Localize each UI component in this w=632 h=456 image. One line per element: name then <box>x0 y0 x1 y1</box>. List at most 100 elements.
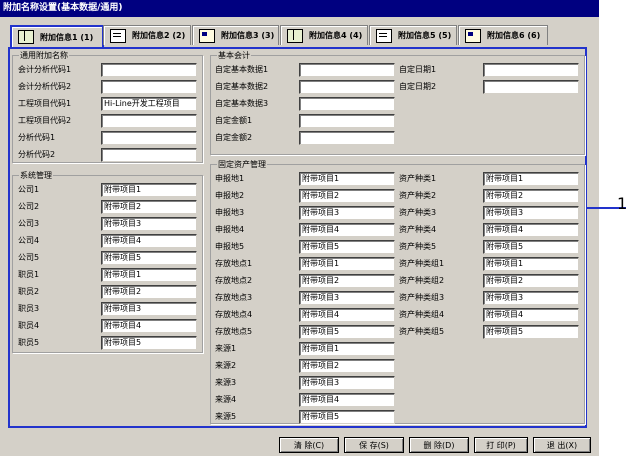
field-label: 资产种类组4 <box>399 310 445 319</box>
group-title: 通用附加名称 <box>19 50 69 61</box>
title-bar: 附加名称设置(基本数据/通用) <box>0 0 599 17</box>
filing-place-4-input[interactable]: 附带项目4 <box>299 223 395 237</box>
storage-location-2-input[interactable]: 附带项目2 <box>299 274 395 288</box>
custom-date-1-input[interactable] <box>483 63 579 77</box>
custom-amount-1-input[interactable] <box>299 114 395 128</box>
field-label: 自定日期1 <box>399 65 437 74</box>
field-label: 申报地1 <box>215 174 245 183</box>
company-2-input[interactable]: 附带项目2 <box>101 200 197 214</box>
field-label: 资产种类2 <box>399 191 437 200</box>
source-1-input[interactable]: 附带项目1 <box>299 342 395 356</box>
company-3-input[interactable]: 附带项目3 <box>101 217 197 231</box>
asset-type-group-2-input[interactable]: 附带项目2 <box>483 274 579 288</box>
dialog-window: 附加名称设置(基本数据/通用) 附加信息1 (1) 附加信息2 (2) 附加信息… <box>0 0 599 456</box>
company-1-input[interactable]: 附带项目1 <box>101 183 197 197</box>
book-icon <box>287 28 303 43</box>
tab-additional-info-6[interactable]: 附加信息6 (6) <box>458 25 548 45</box>
field-label: 公司2 <box>18 202 40 211</box>
field-label: 来源5 <box>215 412 237 421</box>
employee-5-input[interactable]: 附带项目5 <box>101 336 197 350</box>
tab-additional-info-5[interactable]: 附加信息5 (5) <box>369 25 457 45</box>
exit-button[interactable]: 退 出(X) <box>533 437 591 453</box>
field-label: 资产种类1 <box>399 174 437 183</box>
asset-type-group-5-input[interactable]: 附带项目5 <box>483 325 579 339</box>
tab-additional-info-4[interactable]: 附加信息4 (4) <box>280 25 368 45</box>
save-button[interactable]: 保 存(S) <box>344 437 404 453</box>
field-label: 职员4 <box>18 321 40 330</box>
source-3-input[interactable]: 附带项目3 <box>299 376 395 390</box>
field-label: 公司4 <box>18 236 40 245</box>
storage-location-3-input[interactable]: 附带项目3 <box>299 291 395 305</box>
field-label: 存放地点3 <box>215 293 253 302</box>
source-4-input[interactable]: 附带项目4 <box>299 393 395 407</box>
fixed-asset-group: 固定资产管理 申报地1 附带项目1 申报地2 附带项目2 申报地3 附带项目3 … <box>210 159 585 424</box>
tab-additional-info-3[interactable]: 附加信息3 (3) <box>192 25 279 45</box>
asset-type-3-input[interactable]: 附带项目3 <box>483 206 579 220</box>
tab-label: 附加信息3 (3) <box>221 31 275 40</box>
filing-place-3-input[interactable]: 附带项目3 <box>299 206 395 220</box>
custom-basic-data-3-input[interactable] <box>299 97 395 111</box>
field-label: 来源4 <box>215 395 237 404</box>
field-label: 来源1 <box>215 344 237 353</box>
custom-date-2-input[interactable] <box>483 80 579 94</box>
accounting-analysis-code-2-input[interactable] <box>101 80 197 94</box>
asset-type-5-input[interactable]: 附带项目5 <box>483 240 579 254</box>
field-label: 存放地点4 <box>215 310 253 319</box>
accounting-analysis-code-1-input[interactable] <box>101 63 197 77</box>
company-4-input[interactable]: 附带项目4 <box>101 234 197 248</box>
asset-type-group-4-input[interactable]: 附带项目4 <box>483 308 579 322</box>
employee-2-input[interactable]: 附带项目2 <box>101 285 197 299</box>
asset-type-group-1-input[interactable]: 附带项目1 <box>483 257 579 271</box>
tab-label: 附加信息1 (1) <box>40 32 94 42</box>
field-label: 分析代码1 <box>18 133 56 142</box>
field-label: 资产种类4 <box>399 225 437 234</box>
tab-additional-info-2[interactable]: 附加信息2 (2) <box>103 25 191 45</box>
company-5-input[interactable]: 附带项目5 <box>101 251 197 265</box>
employee-3-input[interactable]: 附带项目3 <box>101 302 197 316</box>
custom-basic-data-1-input[interactable] <box>299 63 395 77</box>
field-label: 来源2 <box>215 361 237 370</box>
analysis-code-1-input[interactable] <box>101 131 197 145</box>
field-label: 会计分析代码1 <box>18 65 72 74</box>
field-label: 工程项目代码2 <box>18 116 72 125</box>
filing-place-2-input[interactable]: 附带项目2 <box>299 189 395 203</box>
filing-place-5-input[interactable]: 附带项目5 <box>299 240 395 254</box>
asset-type-1-input[interactable]: 附带项目1 <box>483 172 579 186</box>
custom-amount-2-input[interactable] <box>299 131 395 145</box>
storage-location-4-input[interactable]: 附带项目4 <box>299 308 395 322</box>
asset-type-4-input[interactable]: 附带项目4 <box>483 223 579 237</box>
field-label: 职员2 <box>18 287 40 296</box>
delete-button[interactable]: 删 除(D) <box>409 437 469 453</box>
field-label: 资产种类组2 <box>399 276 445 285</box>
field-label: 自定基本数据1 <box>215 65 269 74</box>
field-label: 申报地5 <box>215 242 245 251</box>
storage-location-1-input[interactable]: 附带项目1 <box>299 257 395 271</box>
source-5-input[interactable]: 附带项目5 <box>299 410 395 424</box>
employee-4-input[interactable]: 附带项目4 <box>101 319 197 333</box>
asset-type-2-input[interactable]: 附带项目2 <box>483 189 579 203</box>
source-2-input[interactable]: 附带项目2 <box>299 359 395 373</box>
analysis-code-2-input[interactable] <box>101 148 197 162</box>
field-label: 职员5 <box>18 338 40 347</box>
field-label: 职员1 <box>18 270 40 279</box>
project-code-1-input[interactable]: Hi-Line开发工程项目 <box>101 97 197 111</box>
group-title: 系统管理 <box>19 170 53 181</box>
custom-basic-data-2-input[interactable] <box>299 80 395 94</box>
field-label: 申报地2 <box>215 191 245 200</box>
tab-label: 附加信息6 (6) <box>487 31 541 40</box>
field-label: 会计分析代码2 <box>18 82 72 91</box>
field-label: 资产种类5 <box>399 242 437 251</box>
print-button[interactable]: 打 印(P) <box>474 437 528 453</box>
employee-1-input[interactable]: 附带项目1 <box>101 268 197 282</box>
project-code-2-input[interactable] <box>101 114 197 128</box>
filing-place-1-input[interactable]: 附带项目1 <box>299 172 395 186</box>
asset-type-group-3-input[interactable]: 附带项目3 <box>483 291 579 305</box>
document-icon <box>110 28 126 43</box>
clear-button[interactable]: 清 除(C) <box>279 437 339 453</box>
system-management-group: 系统管理 公司1 附带项目1 公司2 附带项目2 公司3 附带项目3 公司4 附… <box>12 170 203 353</box>
storage-location-5-input[interactable]: 附带项目5 <box>299 325 395 339</box>
field-label: 公司3 <box>18 219 40 228</box>
field-label: 自定日期2 <box>399 82 437 91</box>
tab-additional-info-1[interactable]: 附加信息1 (1) <box>10 25 104 47</box>
group-title: 基本会计 <box>217 50 251 61</box>
